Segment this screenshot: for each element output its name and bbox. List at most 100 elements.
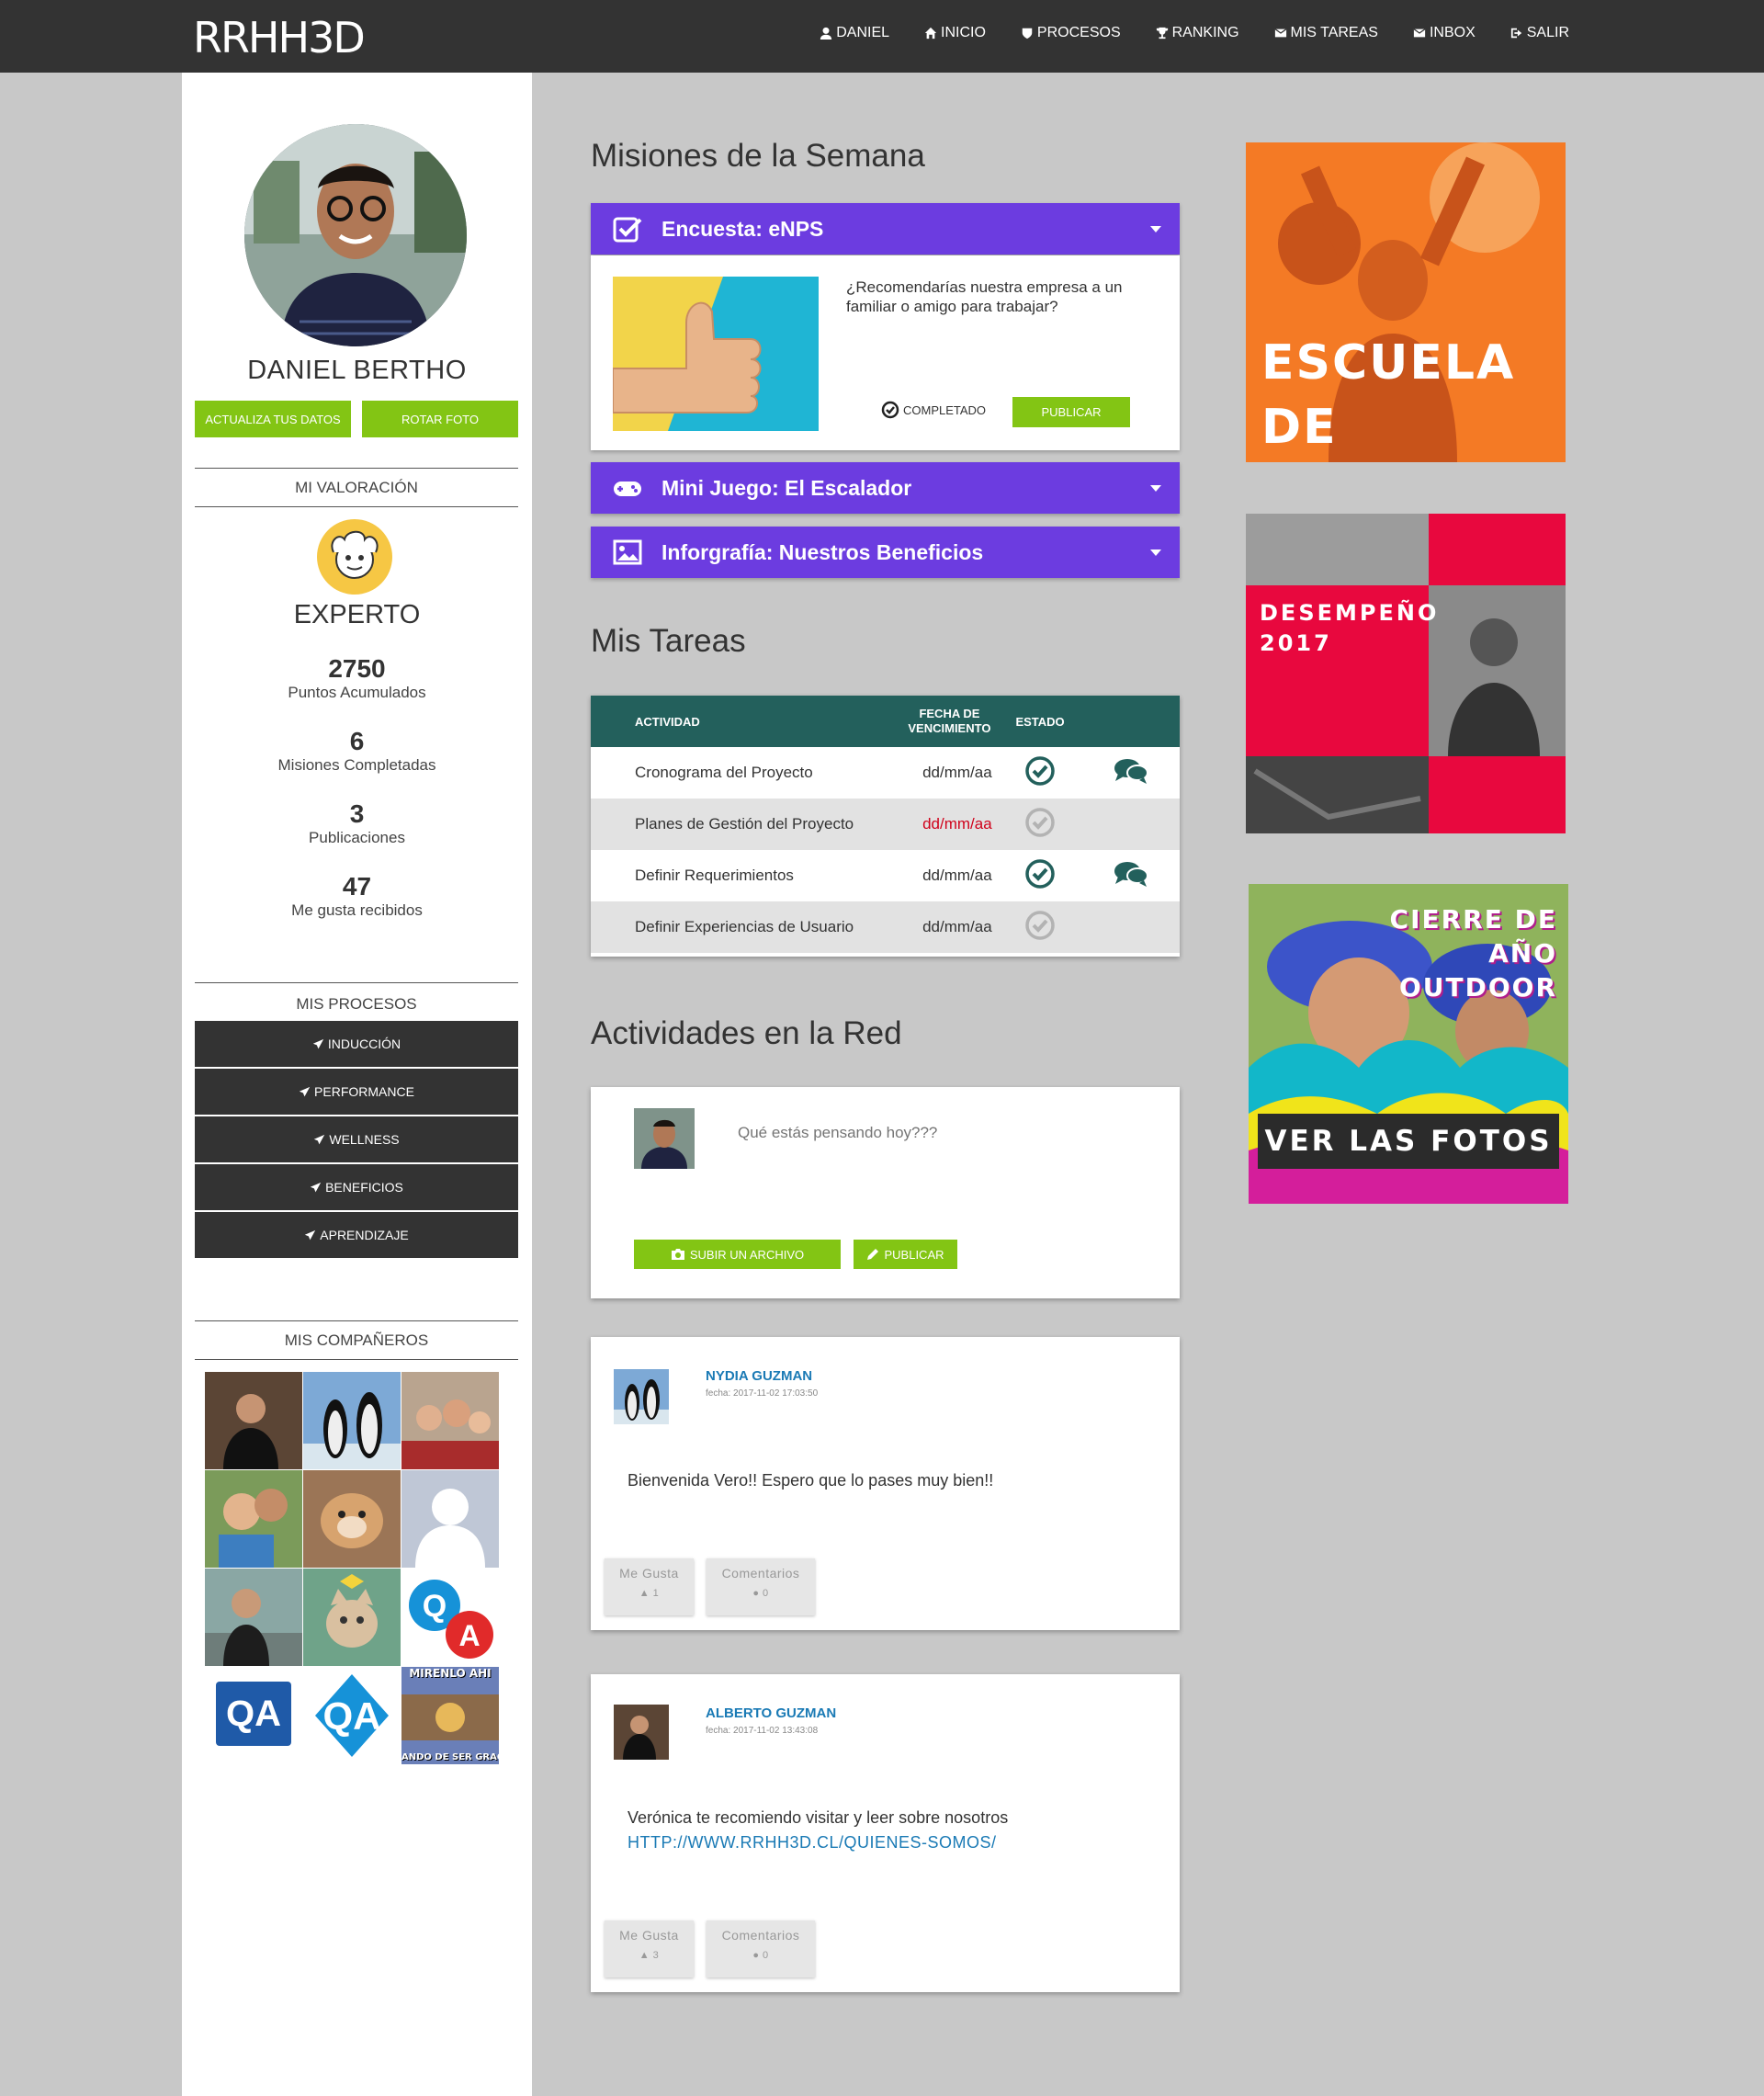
banner-escuela-verano[interactable]: ESCUELA DE VERANO [1246,142,1566,462]
post-author-name[interactable]: ALBERTO GUZMAN [706,1705,836,1721]
post-composer: SUBIR UN ARCHIVO PUBLICAR [591,1087,1180,1298]
proceso-label: INDUCCIÓN [327,1037,401,1051]
level-label: EXPERTO [293,600,421,629]
friend-avatar[interactable] [205,1372,302,1469]
svg-text:QA: QA [226,1694,281,1734]
like-button[interactable]: Me Gusta ▲ 1 [605,1558,694,1615]
proceso-aprendizaje-button[interactable]: APRENDIZAJE [195,1212,518,1258]
friend-avatar-meme[interactable]: MIRENLO AHI ANDO DE SER GRAC [401,1667,499,1764]
camera-icon [671,1249,684,1260]
tasks-header-row: ACTIVIDAD FECHA DE VENCIMIENTO ESTADO [591,696,1180,747]
col-fecha: FECHA DE VENCIMIENTO [900,696,999,747]
check-circle-icon [1025,858,1055,889]
comment-count-row: ● 0 [707,1588,815,1599]
comments-icon[interactable] [1114,860,1148,888]
friends-grid: QA QA QA MIRENLO AHI ANDO DE SER GRAC [205,1372,503,1764]
friend-avatar[interactable] [303,1470,401,1568]
profile-sidebar: DANIEL BERTHO ACTUALIZA TUS DATOS ROTAR … [182,73,532,2096]
mission-encuesta-header[interactable]: Encuesta: eNPS [591,203,1180,255]
friend-avatar-placeholder[interactable] [401,1470,499,1568]
post-text: Verónica te recomiendo visitar y leer so… [628,1808,1009,1827]
friend-avatar-qa[interactable]: QA [401,1569,499,1666]
procesos-title: MIS PROCESOS [195,982,518,1014]
post-text: Bienvenida Vero!! Espero que lo pases mu… [628,1471,994,1490]
banner-line: ESCUELA [1261,335,1516,391]
svg-text:A: A [458,1619,480,1652]
table-row[interactable]: Definir Experiencias de Usuario dd/mm/aa [591,901,1180,953]
envelope-icon [1274,28,1287,38]
mission-publish-button[interactable]: PUBLICAR [1012,397,1130,427]
proceso-performance-button[interactable]: PERFORMANCE [195,1069,518,1115]
banner-cierre-outdoor[interactable]: CIERRE DE AÑO OUTDOOR VER LAS FOTOS [1249,884,1568,1204]
post-publish-button[interactable]: PUBLICAR [854,1240,957,1269]
update-data-button[interactable]: ACTUALIZA TUS DATOS [195,401,351,437]
nav-ranking[interactable]: RANKING [1156,25,1239,41]
friend-avatar[interactable] [205,1569,302,1666]
post-author-name[interactable]: NYDIA GUZMAN [706,1368,812,1384]
banner-photo [1246,514,1566,833]
task-date: dd/mm/aa [922,867,992,884]
friend-avatar[interactable] [205,1470,302,1568]
stat-value: 47 [342,872,372,901]
like-count-row: ▲ 3 [605,1950,694,1961]
comments-button[interactable]: Comentarios ● 0 [707,1558,815,1615]
rocket-icon [299,1086,311,1096]
mission-title: Mini Juego: El Escalador [662,475,912,500]
like-label: Me Gusta [619,1566,679,1580]
meme-text-bottom: ANDO DE SER GRAC [401,1752,499,1762]
nav-daniel[interactable]: DANIEL [820,25,889,41]
proceso-induccion-button[interactable]: INDUCCIÓN [195,1021,518,1067]
chevron-down-icon [1150,549,1161,556]
nav-inicio[interactable]: INICIO [924,25,986,41]
nav-salir[interactable]: SALIR [1510,25,1569,41]
friend-avatar[interactable] [303,1372,401,1469]
table-row[interactable]: Cronograma del Proyecto dd/mm/aa [591,747,1180,799]
friend-avatar[interactable] [303,1569,401,1666]
banner-line: OUTDOOR [1398,972,1557,1003]
comments-label: Comentarios [721,1928,800,1943]
post-author-avatar[interactable] [614,1369,669,1424]
nav-inbox[interactable]: INBOX [1413,25,1476,41]
friend-avatar-qa[interactable]: QA [303,1667,401,1764]
mission-minijuego-header[interactable]: Mini Juego: El Escalador [591,462,1180,514]
stat-value: 3 [349,799,365,828]
friend-avatar-qa[interactable]: QA [205,1667,302,1764]
companeros-title: MIS COMPAÑEROS [195,1320,518,1360]
rocket-icon [312,1038,324,1048]
app-logo[interactable]: RRHH3D [193,13,366,62]
nav-mis-tareas[interactable]: MIS TAREAS [1274,25,1378,41]
trophy-icon [1156,27,1168,40]
comments-button[interactable]: Comentarios ● 0 [707,1920,815,1977]
shield-icon [1022,28,1033,40]
main-nav: DANIEL INICIO PROCESOS RANKING MIS TAREA… [820,25,1569,41]
friend-avatar[interactable] [401,1372,499,1469]
svg-text:QA: QA [323,1694,381,1738]
task-activity: Definir Requerimientos [635,867,794,884]
pencil-icon [867,1249,879,1260]
like-button[interactable]: Me Gusta ▲ 3 [605,1920,694,1977]
proceso-beneficios-button[interactable]: BENEFICIOS [195,1164,518,1210]
proceso-label: WELLNESS [329,1132,400,1147]
nav-label: DANIEL [836,25,890,40]
upload-file-button[interactable]: SUBIR UN ARCHIVO [634,1240,841,1269]
mission-infografia-header[interactable]: Inforgrafía: Nuestros Beneficios [591,527,1180,578]
nav-label: PROCESOS [1036,25,1121,40]
rotate-photo-button[interactable]: ROTAR FOTO [362,401,518,437]
mission-title: Encuesta: eNPS [662,216,824,241]
post-author-avatar[interactable] [614,1705,669,1760]
post-input[interactable] [738,1119,1151,1147]
profile-avatar[interactable] [244,124,467,346]
comments-icon[interactable] [1114,757,1148,785]
expert-badge-icon [317,519,392,595]
banner-desempeno[interactable]: DESEMPEÑO 2017 [1246,514,1566,833]
chevron-down-icon [1150,226,1161,232]
proceso-wellness-button[interactable]: WELLNESS [195,1116,518,1162]
post-link[interactable]: HTTP://WWW.RRHH3D.CL/QUIENES-SOMOS/ [628,1833,997,1852]
col-estado: ESTADO [998,696,1082,747]
ver-fotos-button[interactable]: VER LAS FOTOS [1258,1114,1559,1169]
table-row[interactable]: Definir Requerimientos dd/mm/aa [591,850,1180,901]
misiones-heading: Misiones de la Semana [591,138,925,174]
table-row[interactable]: Planes de Gestión del Proyecto dd/mm/aa [591,799,1180,850]
nav-procesos[interactable]: PROCESOS [1021,25,1121,41]
check-circle-icon [1025,910,1055,940]
